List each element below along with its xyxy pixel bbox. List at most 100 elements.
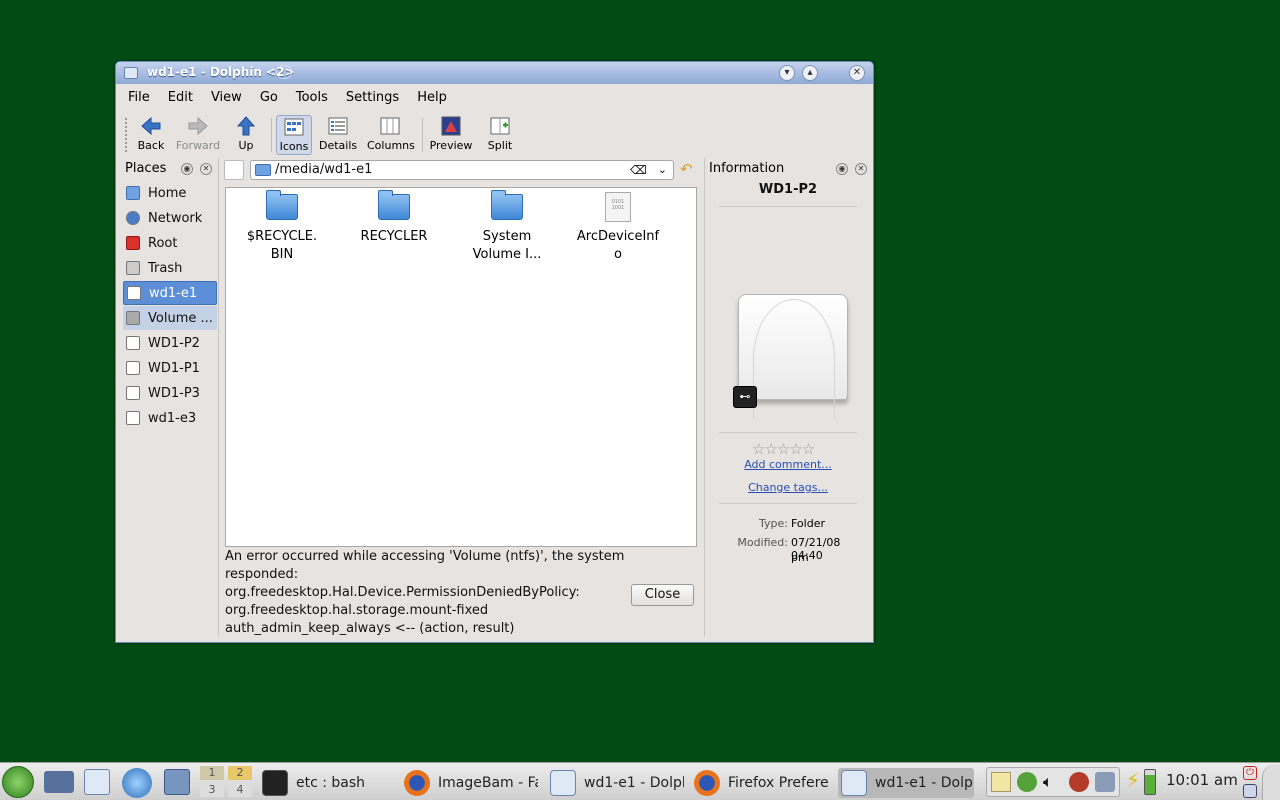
clock[interactable]: 10:01 am bbox=[1166, 771, 1238, 789]
title-bar[interactable]: wd1-e1 - Dolphin <2> ▾ ▴ ✕ bbox=[116, 62, 873, 84]
file-item[interactable]: System Volume I... bbox=[459, 190, 555, 264]
back-button[interactable]: Back bbox=[133, 115, 169, 155]
icons-view-icon bbox=[284, 118, 304, 136]
update-icon[interactable] bbox=[1017, 772, 1037, 792]
task-button-firefox-prefs[interactable]: Firefox Prefere bbox=[694, 768, 828, 798]
file-name: $RECYCLE. bbox=[246, 229, 318, 244]
drive-icon bbox=[126, 386, 140, 400]
editable-location-toggle[interactable] bbox=[224, 160, 244, 180]
file-manager-icon[interactable] bbox=[84, 769, 110, 795]
task-button-terminal[interactable]: etc : bash bbox=[262, 768, 396, 798]
menu-view[interactable]: View bbox=[202, 90, 251, 105]
split-label: Split bbox=[487, 139, 513, 152]
binary-file-icon: 0101 1001 bbox=[605, 192, 631, 222]
columns-view-icon bbox=[380, 117, 400, 135]
location-field[interactable]: /media/wd1-e1 ⌫ ⌄ bbox=[250, 160, 674, 180]
shutdown-icon[interactable]: ⏻ bbox=[1243, 766, 1257, 780]
sidebar-item-label: Root bbox=[148, 235, 178, 251]
system-settings-icon[interactable] bbox=[164, 769, 190, 795]
file-view[interactable]: $RECYCLE. BIN RECYCLER System Volume I..… bbox=[225, 187, 697, 547]
panel-toolbox-icon[interactable] bbox=[1262, 765, 1280, 800]
network-manager-icon[interactable] bbox=[1095, 772, 1115, 792]
file-item[interactable]: 0101 1001 ArcDeviceInf o bbox=[570, 192, 666, 264]
sidebar-item-volume[interactable]: Volume ... bbox=[123, 306, 217, 330]
menu-file[interactable]: File bbox=[119, 90, 159, 105]
trash-icon bbox=[126, 261, 140, 275]
toolbar-separator bbox=[271, 118, 272, 152]
panel-close-button[interactable]: ✕ bbox=[200, 163, 212, 175]
panel-float-button[interactable]: ◉ bbox=[181, 163, 193, 175]
menu-edit[interactable]: Edit bbox=[159, 90, 202, 105]
minimize-button[interactable]: ▾ bbox=[779, 65, 795, 81]
forward-button[interactable]: Forward bbox=[175, 115, 221, 155]
modified-value-cont: pm bbox=[791, 551, 809, 564]
pager-desktop-4[interactable]: 4 bbox=[228, 783, 252, 797]
sidebar-item-wd1-e1[interactable]: wd1-e1 bbox=[123, 281, 217, 305]
task-button-dolphin-2[interactable]: wd1-e1 - Dolph bbox=[838, 768, 974, 798]
close-message-button[interactable]: Close bbox=[631, 584, 694, 606]
task-button-dolphin-1[interactable]: wd1-e1 - Dolph bbox=[550, 768, 684, 798]
pager-desktop-3[interactable]: 3 bbox=[200, 783, 224, 797]
up-label: Up bbox=[238, 139, 254, 152]
sidebar-item-network[interactable]: Network bbox=[123, 206, 217, 230]
change-tags-link[interactable]: Change tags... bbox=[705, 481, 871, 494]
columns-view-button[interactable]: Columns bbox=[367, 115, 415, 155]
pager-desktop-1[interactable]: 1 bbox=[200, 766, 224, 780]
volume-icon[interactable]: 🔈︎ bbox=[1043, 772, 1053, 792]
rating-stars[interactable]: ☆☆☆☆☆ bbox=[752, 440, 815, 458]
task-button-firefox-imagebam[interactable]: ImageBam - Fa bbox=[404, 768, 538, 798]
sidebar-item-wd1-p3[interactable]: WD1-P3 bbox=[123, 381, 217, 405]
clipboard-icon[interactable] bbox=[991, 772, 1011, 792]
menu-help[interactable]: Help bbox=[408, 90, 456, 105]
web-browser-icon[interactable] bbox=[122, 768, 152, 798]
task-label: etc : bash bbox=[296, 775, 366, 791]
sidebar-item-wd1-p1[interactable]: WD1-P1 bbox=[123, 356, 217, 380]
up-button[interactable]: Up bbox=[231, 115, 261, 155]
sidebar-item-wd1-p2[interactable]: WD1-P2 bbox=[123, 331, 217, 355]
modified-label: Modified: bbox=[737, 536, 788, 549]
undo-icon[interactable]: ↶ bbox=[680, 160, 693, 178]
show-desktop-icon[interactable] bbox=[44, 771, 74, 793]
panel-float-button[interactable]: ◉ bbox=[836, 163, 848, 175]
clear-location-icon[interactable]: ⌫ bbox=[630, 161, 647, 179]
battery-icon[interactable] bbox=[1144, 769, 1156, 795]
sidebar-item-home[interactable]: Home bbox=[123, 181, 217, 205]
file-item[interactable]: RECYCLER bbox=[346, 190, 442, 246]
back-label: Back bbox=[137, 139, 165, 152]
kickoff-menu-icon[interactable] bbox=[2, 766, 34, 798]
power-icon[interactable]: ⚡ bbox=[1126, 768, 1140, 792]
divider bbox=[719, 503, 857, 504]
printer-applet-icon[interactable] bbox=[1069, 772, 1089, 792]
icons-view-button[interactable]: Icons bbox=[276, 115, 312, 155]
details-view-button[interactable]: Details bbox=[319, 115, 357, 155]
menu-go[interactable]: Go bbox=[251, 90, 287, 105]
firefox-icon bbox=[404, 770, 430, 796]
sidebar-item-label: WD1-P2 bbox=[148, 335, 200, 351]
menu-settings[interactable]: Settings bbox=[337, 90, 408, 105]
panel-close-button[interactable]: ✕ bbox=[855, 163, 867, 175]
firefox-icon bbox=[694, 770, 720, 796]
folder-icon bbox=[266, 190, 298, 220]
sidebar-item-root[interactable]: Root bbox=[123, 231, 217, 255]
chevron-down-icon[interactable]: ⌄ bbox=[658, 161, 667, 179]
information-title: Information bbox=[709, 161, 785, 176]
close-window-button[interactable]: ✕ bbox=[849, 65, 865, 81]
pager-desktop-2[interactable]: 2 bbox=[228, 766, 252, 780]
divider bbox=[719, 206, 857, 207]
preview-button[interactable]: Preview bbox=[429, 115, 473, 155]
file-item[interactable]: $RECYCLE. BIN bbox=[234, 190, 330, 264]
maximize-button[interactable]: ▴ bbox=[802, 65, 818, 81]
sidebar-item-trash[interactable]: Trash bbox=[123, 256, 217, 280]
sidebar-item-wd1-e3[interactable]: wd1-e3 bbox=[123, 406, 217, 430]
lock-screen-icon[interactable] bbox=[1243, 784, 1257, 798]
toolbar-grip[interactable] bbox=[125, 118, 128, 152]
split-button[interactable]: Split bbox=[485, 115, 515, 155]
task-label: wd1-e1 - Dolph bbox=[875, 775, 974, 791]
forward-label: Forward bbox=[175, 139, 221, 152]
toolbar-separator bbox=[422, 118, 423, 152]
file-name: RECYCLER bbox=[360, 229, 428, 244]
window-app-icon[interactable] bbox=[124, 67, 138, 79]
add-comment-link[interactable]: Add comment... bbox=[705, 458, 871, 471]
sidebar-item-label: Trash bbox=[148, 260, 183, 276]
menu-tools[interactable]: Tools bbox=[287, 90, 337, 105]
